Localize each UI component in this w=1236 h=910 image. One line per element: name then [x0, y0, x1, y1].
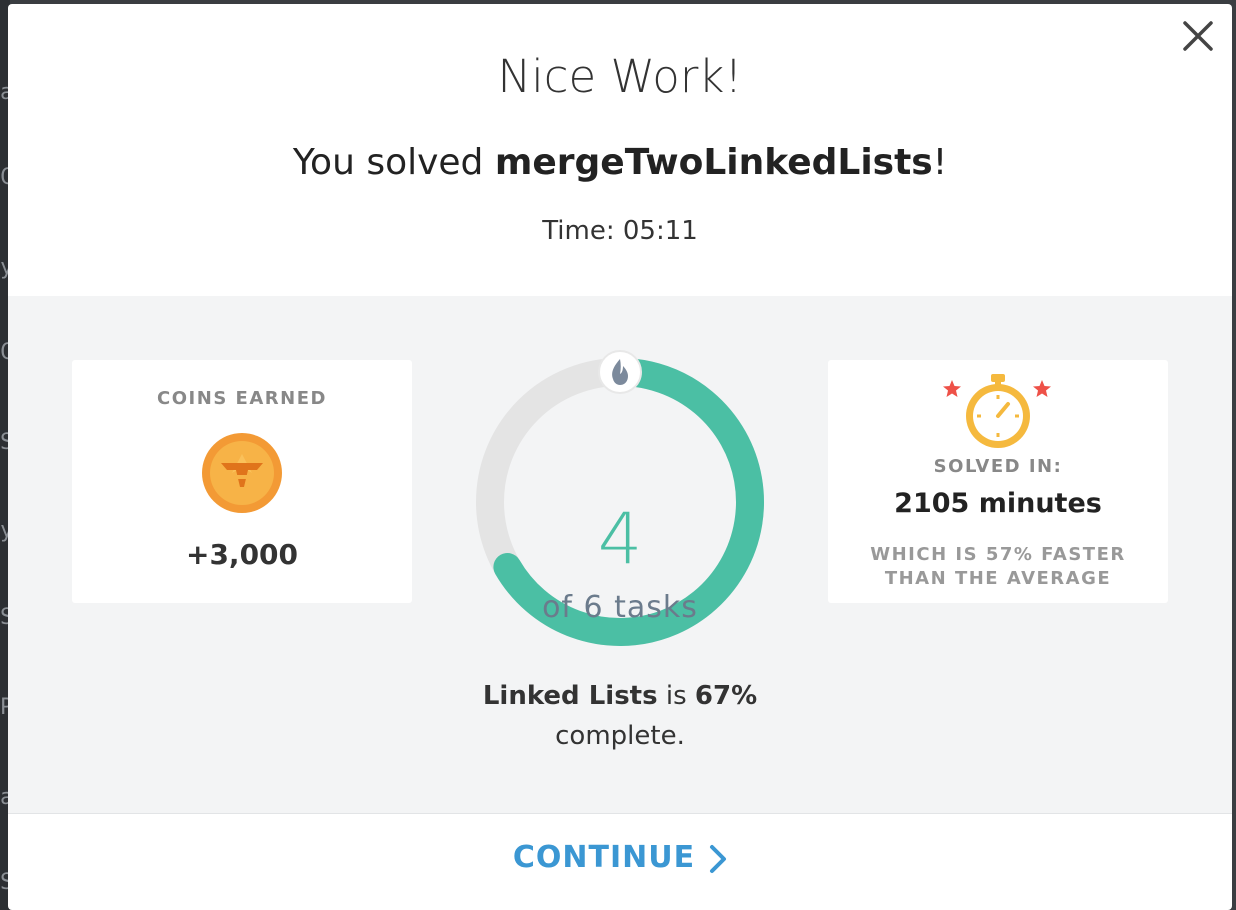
continue-label[interactable]: CONTINUE [513, 840, 695, 875]
solved-suffix: ! [932, 142, 948, 183]
success-modal: Nice Work! You solved mergeTwoLinkedList… [8, 4, 1232, 910]
coins-card: COINS EARNED +3,000 [72, 360, 412, 603]
solved-in-card: SOLVED IN: 2105 minutes WHICH IS 57% FAS… [828, 360, 1168, 603]
solved-prefix: You solved [292, 142, 495, 183]
progress-ring: 4 of 6 tasks [470, 350, 770, 652]
stopwatch-icon [940, 372, 1056, 450]
stats-panel: COINS EARNED +3,000 4 of 6 tasks Linked … [8, 296, 1232, 814]
topic-percent: 67% [694, 681, 758, 711]
continue-button[interactable]: CONTINUE [8, 840, 1232, 875]
faster-comparison-line1: WHICH IS 57% FASTER [870, 544, 1126, 565]
solved-message: You solved mergeTwoLinkedLists! [8, 142, 1232, 183]
task-name: mergeTwoLinkedLists [494, 142, 933, 183]
solved-in-label: SOLVED IN: [933, 456, 1063, 477]
topic-progress-text: Linked Lists is 67% complete. [8, 676, 1232, 756]
tasks-total-label: of 6 tasks [542, 590, 698, 625]
flame-icon [598, 350, 642, 394]
tasks-completed-count: 4 [597, 498, 643, 580]
faster-comparison: WHICH IS 57% FASTER THAN THE AVERAGE [828, 543, 1168, 591]
solved-in-value: 2105 minutes [894, 488, 1102, 519]
coins-label: COINS EARNED [157, 388, 327, 409]
topic-name: Linked Lists [482, 681, 658, 711]
modal-title: Nice Work! [497, 50, 743, 103]
coins-value: +3,000 [185, 538, 299, 571]
coin-icon [201, 432, 283, 514]
topic-is-label: is [657, 681, 695, 711]
solve-time: Time: 05:11 [542, 216, 698, 246]
chevron-right-icon[interactable] [709, 844, 727, 874]
faster-comparison-line2: THAN THE AVERAGE [884, 568, 1112, 589]
topic-complete-label: complete. [555, 721, 685, 751]
